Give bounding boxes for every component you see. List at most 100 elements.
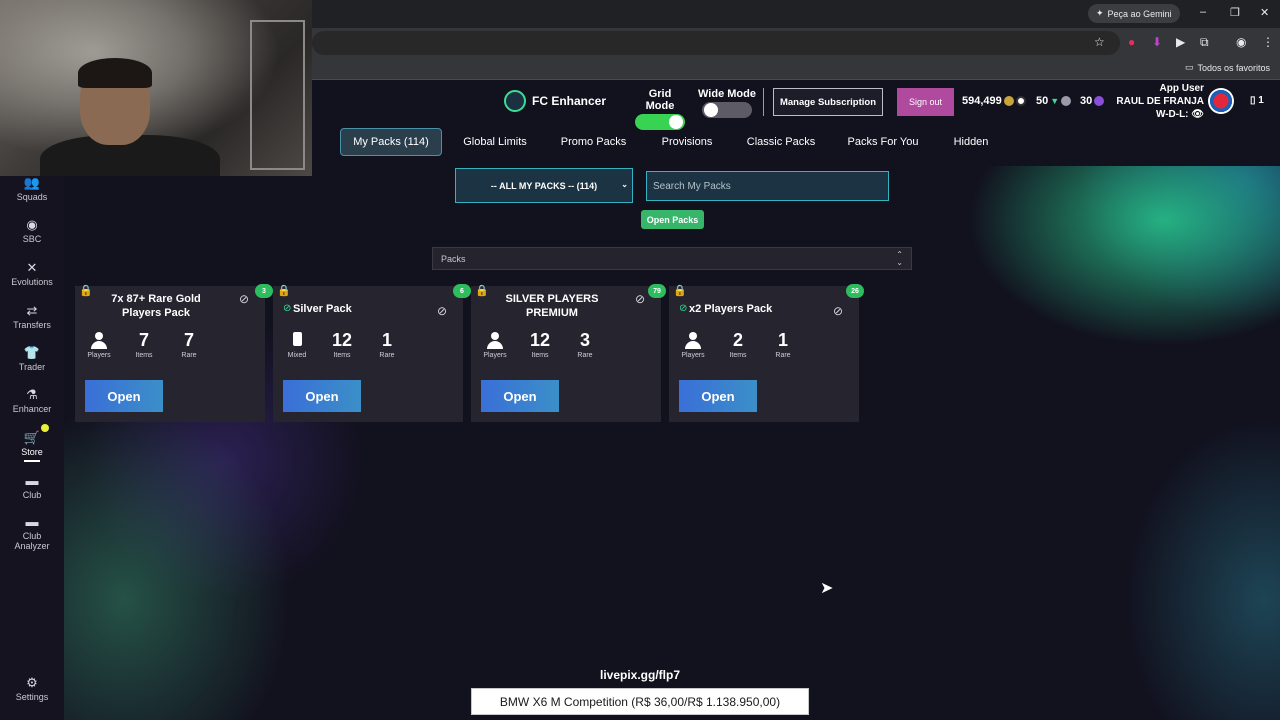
toggle-knob — [704, 103, 718, 117]
open-packs-button[interactable]: Open Packs — [641, 210, 704, 229]
squads-icon: 👥 — [23, 175, 41, 190]
pack-stat-items: 7 Items — [122, 330, 166, 359]
sidebar-item-club[interactable]: ▬ Club — [0, 473, 64, 501]
user-role: App User — [1159, 83, 1204, 94]
sidebar-item-label: Evolutions — [11, 277, 53, 287]
pack-stat-type: Players — [473, 330, 517, 359]
sidebar-item-club-analyzer[interactable]: ▬ Club Analyzer — [0, 515, 64, 552]
sidebar-item-squads[interactable]: 👥 Squads — [0, 175, 64, 203]
sidebar-item-sbc[interactable]: ◉ SBC — [0, 218, 64, 245]
restore-icon[interactable]: ❐ — [1230, 6, 1240, 19]
pack-stat-type: Players — [671, 330, 715, 359]
menu-icon[interactable]: ⋮ — [1262, 35, 1274, 49]
enhancer-icon: ⚗ — [26, 387, 38, 402]
pack-count-badge: 26 — [846, 284, 864, 298]
trader-icon: 👕 — [23, 345, 41, 360]
phone-icon: ▯ — [1250, 95, 1256, 106]
sidebar-item-store[interactable]: 🛒 Store — [0, 431, 64, 462]
hide-eye-icon[interactable]: ⊘ — [635, 292, 645, 306]
sidebar-item-label: Settings — [15, 692, 49, 702]
tab-my-packs[interactable]: My Packs (114) — [340, 128, 442, 156]
club-badge-icon — [1208, 88, 1234, 114]
open-pack-button[interactable]: Open — [85, 380, 163, 412]
pack-title: x2 Players Pack — [689, 303, 773, 315]
sidebar-item-label: Transfers — [13, 320, 51, 330]
sidebar-item-transfers[interactable]: ⇄ Transfers — [0, 304, 64, 331]
puzzle-icon[interactable]: ⧉ — [1200, 35, 1209, 50]
profile-icon[interactable]: ◉ — [1236, 35, 1246, 49]
sidebar-item-label: Club Analyzer — [14, 531, 50, 551]
open-pack-button[interactable]: Open — [679, 380, 757, 412]
hide-eye-icon[interactable]: ⊘ — [437, 304, 447, 318]
lock-icon[interactable]: 🔒 — [673, 284, 687, 297]
pack-filter-value: -- ALL MY PACKS -- (114) — [490, 180, 598, 191]
player-icon — [487, 332, 503, 350]
stat-value: 12 — [331, 330, 353, 350]
chevron-down-icon: ⌄ — [621, 180, 628, 189]
star-icon[interactable]: ☆ — [1094, 35, 1105, 49]
manage-subscription-button[interactable]: Manage Subscription — [773, 88, 883, 116]
webcam-shelf — [250, 20, 305, 170]
sidebar-item-enhancer[interactable]: ⚗ Enhancer — [0, 387, 64, 415]
packs-select-value: Packs — [441, 253, 466, 264]
app-logo[interactable]: FC Enhancer — [504, 90, 606, 112]
pack-card: 🔒 79 SILVER PLAYERS PREMIUM ⊘ Players 12… — [471, 284, 666, 422]
play-extension-icon[interactable]: ▶ — [1176, 35, 1185, 49]
sidebar-item-label: Enhancer — [12, 404, 52, 414]
close-icon[interactable]: ✕ — [1260, 6, 1269, 19]
download-extension-icon[interactable]: ⬇ — [1152, 35, 1162, 49]
packs-select[interactable]: Packs ⌃ ⌄ — [432, 247, 912, 270]
club-icon: ▬ — [25, 473, 39, 488]
sidebar-item-label: Store — [21, 447, 43, 457]
sidebar-item-evolutions[interactable]: ✕ Evolutions — [0, 260, 64, 288]
stat-label: Rare — [181, 352, 197, 359]
tab-global-limits[interactable]: Global Limits — [455, 128, 535, 156]
lock-icon[interactable]: 🔒 — [475, 284, 489, 297]
sign-out-button[interactable]: Sign out — [897, 88, 954, 116]
minimize-icon[interactable]: – — [1200, 6, 1206, 18]
hide-eye-icon[interactable]: ⊘ — [833, 304, 843, 318]
coin-icon — [1003, 96, 1014, 106]
wide-mode-switch[interactable] — [702, 102, 752, 118]
favorites-label: Todos os favoritos — [1197, 62, 1270, 73]
pack-title: 7x 87+ Rare Gold Players Pack — [111, 293, 201, 319]
tab-hidden[interactable]: Hidden — [944, 128, 998, 156]
extension-icon[interactable]: ● — [1128, 35, 1135, 49]
pack-stat-rare: 1 Rare — [365, 330, 409, 359]
player-icon — [685, 332, 701, 350]
search-packs-input[interactable] — [646, 171, 889, 201]
eye-icon[interactable]: 👁 — [1191, 109, 1204, 120]
tab-packs-for-you[interactable]: Packs For You — [842, 128, 924, 156]
pack-title: Silver Pack — [293, 303, 352, 315]
all-favorites[interactable]: ▭ Todos os favoritos — [1185, 62, 1270, 73]
evolutions-icon: ✕ — [26, 260, 38, 275]
stat-label: Players — [483, 352, 507, 359]
wdl-label: W-D-L: — [1155, 109, 1189, 120]
stat-value: 3 — [579, 330, 590, 350]
header-divider — [763, 88, 764, 116]
stat-value: 12 — [529, 330, 551, 350]
tab-provisions[interactable]: Provisions — [654, 128, 720, 156]
pack-count-badge: 79 — [648, 284, 666, 298]
hide-eye-icon[interactable]: ⊘ — [239, 292, 249, 306]
grid-mode-toggle[interactable]: Grid Mode — [634, 88, 686, 130]
check-icon: ⊘ — [283, 303, 292, 314]
sidebar-item-label: SBC — [22, 234, 42, 244]
pack-count-badge: 6 — [453, 284, 471, 298]
open-pack-button[interactable]: Open — [481, 380, 559, 412]
mouse-cursor-icon: ➤ — [820, 580, 834, 597]
sidebar-item-settings[interactable]: ⚙ Settings — [0, 676, 64, 703]
open-pack-button[interactable]: Open — [283, 380, 361, 412]
sidebar-item-trader[interactable]: 👕 Trader — [0, 345, 64, 373]
tab-promo-packs[interactable]: Promo Packs — [556, 128, 631, 156]
device-count[interactable]: ▯ 1 — [1250, 95, 1264, 106]
wide-mode-toggle[interactable]: Wide Mode — [698, 88, 756, 118]
tab-classic-packs[interactable]: Classic Packs — [742, 128, 820, 156]
pack-filter-select[interactable]: -- ALL MY PACKS -- (114) ⌄ — [455, 168, 633, 203]
lock-icon[interactable]: 🔒 — [79, 284, 93, 297]
lock-icon[interactable]: 🔒 — [277, 284, 291, 297]
gemini-button[interactable]: ✦ Peça ao Gemini — [1088, 4, 1180, 23]
sidebar-item-label: Club — [22, 490, 42, 500]
address-bar[interactable] — [312, 31, 1120, 55]
points-a-display: 50 ▼ — [1036, 95, 1072, 107]
